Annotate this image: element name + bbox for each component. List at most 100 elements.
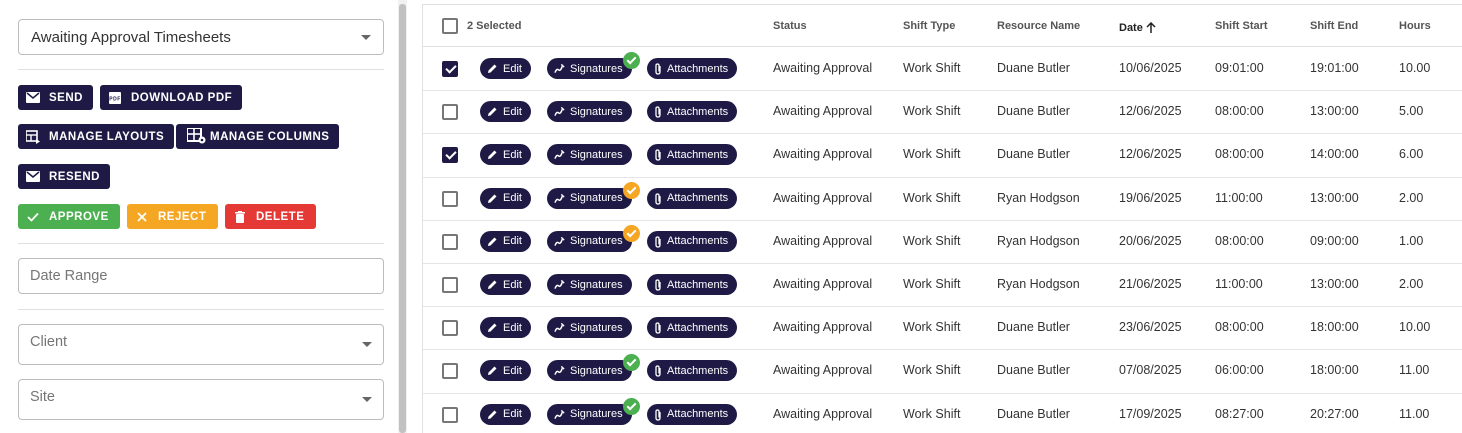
table-row[interactable]: Edit Signatures Attachments Awaiting Approv… <box>423 48 1462 92</box>
paperclip-icon <box>654 149 662 162</box>
table-row[interactable]: Edit Signatures Attachments Awaiting Approv… <box>423 91 1462 135</box>
view-select[interactable]: Awaiting Approval Timesheets <box>18 19 384 55</box>
edit-button[interactable]: Edit <box>480 360 531 382</box>
pencil-icon <box>487 106 498 117</box>
row-checkbox[interactable] <box>442 363 458 380</box>
sort-ascending-icon <box>1146 21 1156 33</box>
shift-end-cell: 20:27:00 <box>1310 406 1359 421</box>
hours-cell: 11.00 <box>1399 406 1430 421</box>
attachments-button[interactable]: Attachments <box>647 187 738 209</box>
svg-text:PDF: PDF <box>109 96 121 102</box>
shift-start-cell: 08:00:00 <box>1215 320 1264 335</box>
attachments-button[interactable]: Attachments <box>647 274 738 295</box>
signatures-label: Signatures <box>570 62 623 75</box>
row-checkbox[interactable] <box>442 61 458 77</box>
date-range-input[interactable]: Date Range <box>18 258 384 294</box>
table-row[interactable]: Edit Signatures Attachments Awaiting Approv… <box>423 394 1462 433</box>
attachments-button[interactable]: Attachments <box>647 317 738 339</box>
column-header-shift-start[interactable]: Shift Start <box>1215 20 1268 32</box>
edit-label: Edit <box>503 192 522 205</box>
row-checkbox[interactable] <box>442 277 458 293</box>
table-row[interactable]: Edit Signatures Attachments Awaiting Approv… <box>423 264 1462 308</box>
manage-columns-button[interactable]: MANAGE COLUMNS <box>176 124 340 149</box>
column-header-shift-type[interactable]: Shift Type <box>903 20 955 32</box>
column-header-date[interactable]: Date <box>1119 20 1156 34</box>
signatures-button[interactable]: Signatures <box>547 101 632 123</box>
table-row[interactable]: Edit Signatures Attachments Awaiting Approv… <box>423 221 1462 264</box>
edit-button[interactable]: Edit <box>480 144 531 166</box>
edit-button[interactable]: Edit <box>480 187 531 209</box>
table-row[interactable]: Edit Signatures Attachments Awaiting Approv… <box>423 307 1462 351</box>
edit-button[interactable]: Edit <box>480 317 531 339</box>
attachments-button[interactable]: Attachments <box>647 403 738 425</box>
attachments-button[interactable]: Attachments <box>647 360 738 382</box>
hours-cell: 6.00 <box>1399 147 1424 162</box>
edit-button[interactable]: Edit <box>480 274 531 295</box>
signatures-label: Signatures <box>570 364 623 377</box>
edit-label: Edit <box>503 105 522 118</box>
edit-button[interactable]: Edit <box>480 58 531 79</box>
shift-type-cell: Work Shift <box>903 363 961 378</box>
attachments-label: Attachments <box>667 105 729 118</box>
shift-type-cell: Work Shift <box>903 190 961 205</box>
signatures-button[interactable]: Signatures <box>547 187 632 209</box>
resource-name-cell: Ryan Hodgson <box>997 190 1080 205</box>
row-checkbox[interactable] <box>442 406 458 423</box>
column-header-resource-name[interactable]: Resource Name <box>997 20 1080 32</box>
site-select[interactable]: Site <box>18 379 384 420</box>
pencil-icon <box>487 63 498 74</box>
attachments-label: Attachments <box>667 278 729 291</box>
reject-button[interactable]: REJECT <box>127 204 219 229</box>
hours-cell: 5.00 <box>1399 104 1424 119</box>
edit-button[interactable]: Edit <box>480 230 531 252</box>
status-cell: Awaiting Approval <box>773 406 873 421</box>
row-checkbox[interactable] <box>442 320 458 337</box>
resend-button[interactable]: RESEND <box>18 164 110 189</box>
row-checkbox[interactable] <box>442 104 458 121</box>
attachments-button[interactable]: Attachments <box>647 101 738 123</box>
column-header-status[interactable]: Status <box>773 20 807 32</box>
shift-end-cell: 18:00:00 <box>1310 320 1359 335</box>
signature-icon <box>554 63 565 74</box>
attachments-button[interactable]: Attachments <box>647 144 738 166</box>
send-button[interactable]: SEND <box>18 85 93 110</box>
signatures-button[interactable]: Signatures <box>547 58 632 79</box>
paperclip-icon <box>654 408 662 421</box>
signatures-button[interactable]: Signatures <box>547 403 632 425</box>
table-row[interactable]: Edit Signatures Attachments Awaiting Approv… <box>423 134 1462 178</box>
approve-button[interactable]: APPROVE <box>18 204 120 229</box>
scrollbar-thumb[interactable] <box>399 4 406 433</box>
signatures-button[interactable]: Signatures <box>547 230 632 252</box>
shift-type-cell: Work Shift <box>903 320 961 335</box>
client-select[interactable]: Client <box>18 324 384 365</box>
attachments-button[interactable]: Attachments <box>647 58 738 79</box>
signatures-button[interactable]: Signatures <box>547 360 632 382</box>
signatures-button[interactable]: Signatures <box>547 274 632 295</box>
edit-label: Edit <box>503 278 522 291</box>
shift-start-cell: 11:00:00 <box>1215 277 1263 291</box>
row-checkbox[interactable] <box>442 147 458 164</box>
paperclip-icon <box>654 63 662 75</box>
row-checkbox[interactable] <box>442 190 458 207</box>
attachments-button[interactable]: Attachments <box>647 230 738 252</box>
column-header-hours[interactable]: Hours <box>1399 20 1431 32</box>
select-all-checkbox[interactable] <box>442 18 458 34</box>
table-row[interactable]: Edit Signatures Attachments Awaiting Approv… <box>423 350 1462 394</box>
table-row[interactable]: Edit Signatures Attachments Awaiting Approv… <box>423 178 1462 221</box>
row-checkbox[interactable] <box>442 233 458 250</box>
signatures-button[interactable]: Signatures <box>547 317 632 339</box>
resource-name-cell: Duane Butler <box>997 147 1070 162</box>
panel-scrollbar[interactable] <box>398 0 407 433</box>
attachments-label: Attachments <box>667 235 729 248</box>
site-placeholder: Site <box>30 388 55 405</box>
edit-button[interactable]: Edit <box>480 403 531 425</box>
column-header-shift-end[interactable]: Shift End <box>1310 20 1358 32</box>
edit-button[interactable]: Edit <box>480 101 531 123</box>
pencil-icon <box>487 193 498 204</box>
delete-button[interactable]: DELETE <box>225 204 317 229</box>
edit-label: Edit <box>503 148 522 161</box>
manage-layouts-button[interactable]: MANAGE LAYOUTS <box>18 124 175 149</box>
signatures-button[interactable]: Signatures <box>547 144 632 166</box>
download-pdf-button[interactable]: PDF DOWNLOAD PDF <box>100 85 243 110</box>
signature-icon <box>554 409 565 420</box>
